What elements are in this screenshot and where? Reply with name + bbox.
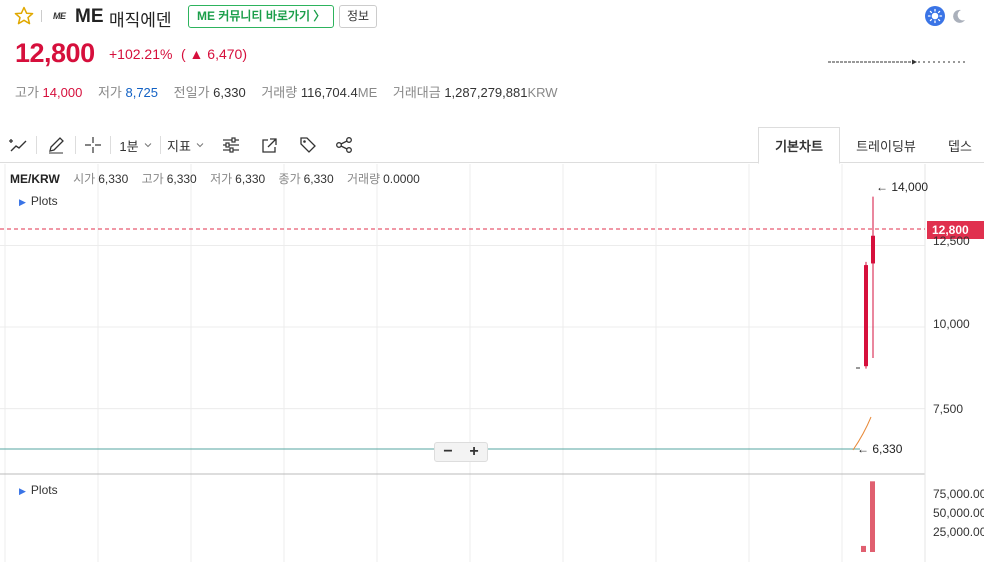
interval-label: 1분 <box>119 138 139 154</box>
legend-open-label: 시가 <box>73 172 96 186</box>
volume-axis-label: 75,000.00 <box>933 487 984 501</box>
legend-close-label: 종가 <box>278 172 301 186</box>
volume-bar[interactable] <box>870 481 875 552</box>
plots-toggle[interactable]: ▶ Plots <box>19 194 58 208</box>
light-theme-sun-icon[interactable] <box>925 6 945 26</box>
volume-label: 거래량 <box>261 85 298 100</box>
play-triangle-icon: ▶ <box>19 197 26 207</box>
divider <box>160 136 161 154</box>
change-rate: +102.21% <box>109 46 173 62</box>
zoom-controls: − + <box>434 442 488 462</box>
info-button[interactable]: 정보 <box>339 5 378 28</box>
chart-canvas[interactable] <box>0 164 984 562</box>
price-axis-label: 10,000 <box>933 317 970 331</box>
low-value: 8,725 <box>125 85 159 100</box>
divider <box>110 136 111 154</box>
plots-label: Plots <box>30 194 58 208</box>
plots-label-volume: Plots <box>30 483 58 497</box>
amount-value: 1,287,279,881 <box>444 85 528 100</box>
divider <box>41 10 42 22</box>
community-link-button[interactable]: ME 커뮤니티 바로가기 〉 <box>188 5 335 28</box>
high-label: 고가 <box>15 85 39 100</box>
legend-low: 6,330 <box>235 172 266 186</box>
mini-sparkline <box>828 59 966 65</box>
chevron-down-icon <box>144 143 151 148</box>
legend-high: 6,330 <box>166 172 197 186</box>
price-stats: 고가 14,000 저가 8,725 전일가 6,330 거래량 116,704… <box>15 82 570 101</box>
settings-sliders-icon[interactable] <box>218 127 244 163</box>
legend-volume-label: 거래량 <box>347 172 381 186</box>
volume-axis-label: 50,000.00 <box>933 506 984 520</box>
change-amount: ( ▲ 6,470) <box>181 46 247 62</box>
amount-label: 거래대금 <box>392 85 441 100</box>
prev-value: 6,330 <box>213 85 246 100</box>
legend-high-label: 고가 <box>141 172 164 186</box>
price-chart[interactable]: ME/KRW 시가 6,330 고가 6,330 저가 6,330 종가 6,330 거… <box>0 164 984 562</box>
high-annotation: ← 14,000 <box>876 180 929 194</box>
candle-body[interactable] <box>871 235 875 264</box>
zoom-out-button[interactable]: − <box>435 443 461 461</box>
external-link-icon[interactable] <box>256 127 282 163</box>
tag-icon[interactable] <box>295 127 321 163</box>
tab-depth[interactable]: 뎁스 <box>936 127 984 163</box>
chevron-down-icon <box>196 143 204 148</box>
draw-pencil-icon[interactable] <box>42 127 70 163</box>
zoom-in-button[interactable]: + <box>461 443 487 461</box>
high-value: 14,000 <box>42 85 83 100</box>
price-axis-label: 7,500 <box>933 402 964 416</box>
volume-value: 116,704.4 <box>300 85 358 100</box>
volume-plots-toggle[interactable]: ▶ Plots <box>19 483 58 497</box>
prev-close-annotation: ← 6,330 <box>857 442 903 456</box>
price-axis-label: 12,500 <box>933 234 970 248</box>
play-triangle-icon: ▶ <box>19 486 26 496</box>
indicator-dropdown[interactable]: 지표 <box>164 127 208 163</box>
interval-dropdown[interactable]: 1분 <box>116 127 156 163</box>
divider <box>36 136 37 154</box>
current-price: 12,800 <box>15 38 95 68</box>
chart-toolbar: 1분 지표 기본차트 트레이딩뷰 뎁스 <box>0 127 984 164</box>
dark-theme-moon-icon[interactable] <box>950 6 968 26</box>
favorite-star-icon[interactable] <box>14 6 34 26</box>
legend-open: 6,330 <box>98 172 129 186</box>
tab-basic-chart[interactable]: 기본차트 <box>758 127 840 164</box>
legend-volume: 0.0000 <box>383 172 420 186</box>
crosshair-icon[interactable] <box>80 127 106 163</box>
coin-name: 매직에덴 <box>109 11 172 30</box>
add-indicator-icon[interactable] <box>2 127 32 163</box>
legend-close: 6,330 <box>303 172 334 186</box>
low-label: 저가 <box>97 85 122 100</box>
legend-low-label: 저가 <box>210 172 233 186</box>
divider <box>75 136 76 154</box>
indicator-label: 지표 <box>167 138 191 154</box>
share-icon[interactable] <box>331 127 357 163</box>
coin-header: ME ME 매직에덴 ME 커뮤니티 바로가기 〉 정보 12,800 +102… <box>0 0 984 122</box>
prev-label: 전일가 <box>173 85 210 100</box>
ohlc-legend: ME/KRW 시가 6,330 고가 6,330 저가 6,330 종가 6,330 거… <box>10 170 430 187</box>
coin-logo: ME <box>53 11 66 21</box>
volume-unit: ME <box>357 85 378 100</box>
volume-bar[interactable] <box>861 545 866 552</box>
candle-body[interactable] <box>864 265 868 367</box>
legend-pair: ME/KRW <box>10 172 60 186</box>
amount-unit: KRW <box>527 85 558 100</box>
tab-tradingview[interactable]: 트레이딩뷰 <box>842 127 930 163</box>
volume-axis-label: 25,000.00 <box>933 525 984 539</box>
coin-symbol: ME <box>75 6 104 27</box>
